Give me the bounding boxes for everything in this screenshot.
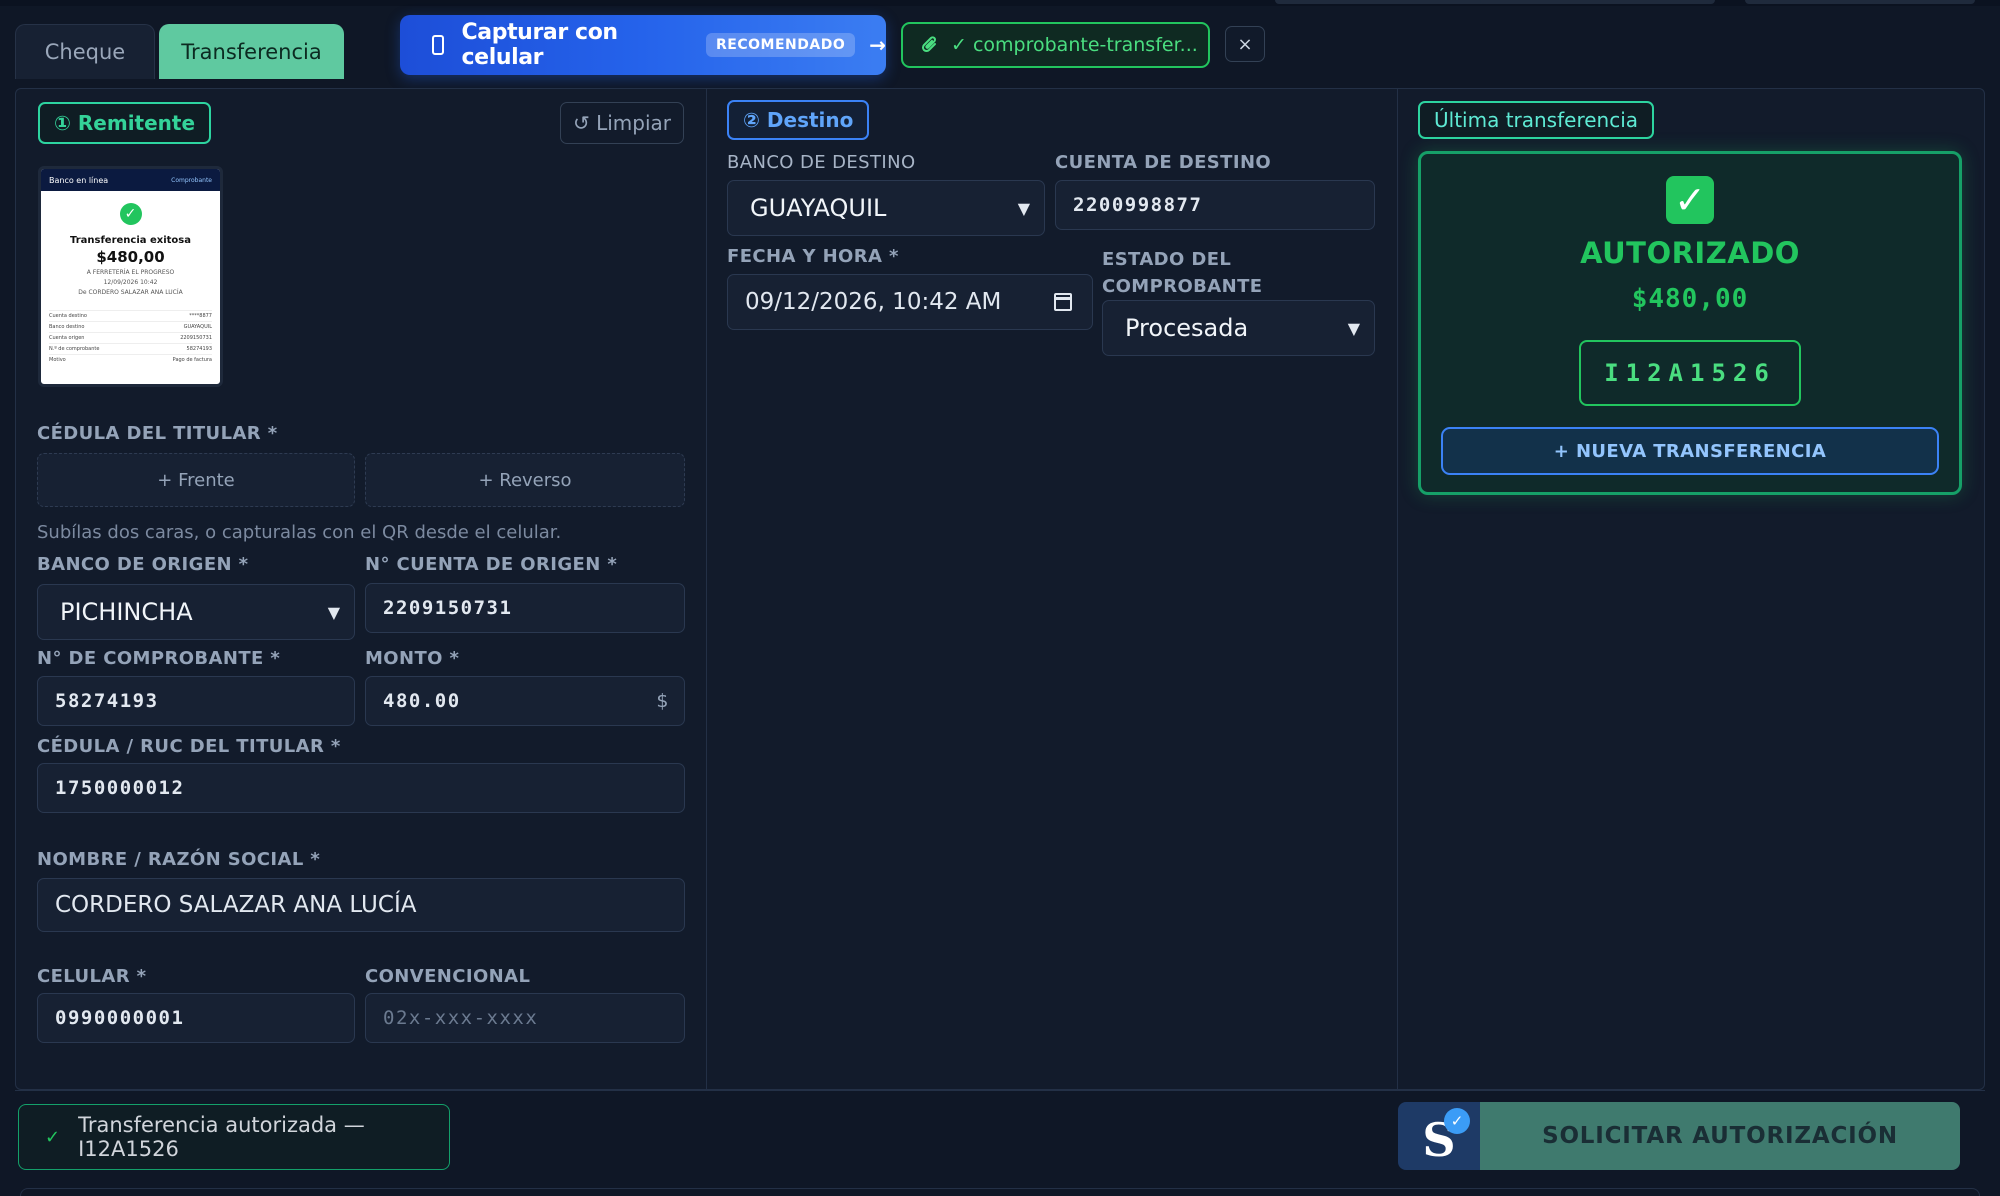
top-strip-segment [1745,0,1975,4]
column-divider [1397,88,1398,1090]
landline-label: CONVENCIONAL [365,966,531,987]
tab-transferencia[interactable]: Transferencia [159,24,344,79]
receipt-row: N.º de comprobante 58274193 [49,343,212,354]
upload-back-button[interactable]: + Reverso [365,453,685,507]
landline-placeholder: 02x-xxx-xxxx [383,1007,539,1029]
origin-account-label: N° CUENTA DE ORIGEN * [365,554,618,575]
chevron-down-icon: ▼ [1347,318,1360,338]
receipt-to: A FERRETERÍA EL PROGRESO [86,269,175,276]
status-toast: ✓ Transferencia autorizada — I12A1526 [18,1104,450,1170]
receipt-thumbnail[interactable]: Banco en línea Comprobante ✓ Transferenc… [38,166,223,387]
amount-input[interactable]: 480.00 $ [365,676,685,726]
amount-label: MONTO * [365,648,460,669]
voucher-input[interactable]: 58274193 [37,676,355,726]
recommended-badge: RECOMENDADO [706,33,856,57]
remitente-section-tag: ① Remitente [38,102,212,144]
name-input[interactable]: CORDERO SALAZAR ANA LUCÍA [37,878,685,932]
capture-label: Capturar con celular [461,20,619,70]
voucher-status-label: ESTADO DEL COMPROBANTE [1102,249,1263,297]
phone-icon [432,35,444,55]
brand-logo: S ✓ [1398,1102,1480,1170]
footer-divider [15,1090,1985,1091]
destination-bank-label: BANCO DE DESTINO [727,152,916,173]
voucher-value: 58274193 [55,690,159,712]
bottom-panel-edge [20,1188,1980,1196]
name-value: CORDERO SALAZAR ANA LUCÍA [55,892,417,918]
column-divider [706,88,707,1090]
top-strip [0,0,2000,6]
cedula-label: CÉDULA DEL TITULAR * [37,423,278,444]
attachment-filename: ✓ comprobante-transfer... [951,34,1198,56]
voucher-status-value: Procesada [1125,314,1249,342]
cell-value: 0990000001 [55,1007,185,1029]
success-check-icon: ✓ [119,203,142,225]
datetime-label: FECHA Y HORA * [727,246,899,267]
tab-cheque[interactable]: Cheque [15,24,155,79]
receipt-title: Transferencia exitosa [69,235,192,246]
receipt-amount: $480,00 [96,248,165,266]
landline-input[interactable]: 02x-xxx-xxxx [365,993,685,1043]
receipt-header: Banco en línea Comprobante [41,169,220,191]
dollar-icon: $ [656,690,670,712]
last-transfer-tag: Última transferencia [1418,101,1655,139]
receipt-row: Cuenta origen 2209150731 [49,332,212,343]
receipt-header-right: Comprobante [171,176,212,184]
receipt-from: De CORDERO SALAZAR ANA LUCÍA [78,289,183,296]
cell-input[interactable]: 0990000001 [37,993,355,1043]
receipt-row: Cuenta destino ****8877 [49,310,212,321]
upload-hint: Subílas dos caras, o capturalas con el Q… [37,522,562,543]
chevron-down-icon: ▼ [327,602,340,622]
destination-account-label: CUENTA DE DESTINO [1055,152,1272,173]
receipt-date: 12/09/2026 10:42 [103,279,158,286]
receipt-row: Motivo Pago de factura [49,354,212,365]
upload-front-button[interactable]: + Frente [37,453,355,507]
name-label: NOMBRE / RAZÓN SOCIAL * [37,849,321,870]
origin-bank-select[interactable]: PICHINCHA ▼ [37,584,355,640]
destination-account-value: 2200998877 [1073,194,1203,216]
destination-bank-value: GUAYAQUIL [750,194,887,222]
status-toast-text: Transferencia autorizada — I12A1526 [78,1113,365,1161]
attachment-chip[interactable]: ✓ comprobante-transfer... [901,22,1210,68]
top-strip-segment [1480,0,1710,4]
ruc-label: CÉDULA / RUC DEL TITULAR * [37,736,341,757]
clear-button[interactable]: ↺ Limpiar [560,102,684,144]
ruc-input[interactable]: 1750000012 [37,763,685,813]
request-authorization-button[interactable]: SOLICITAR AUTORIZACIÓN [1480,1102,1960,1170]
datetime-input[interactable]: 09/12/2026, 10:42 AM [727,274,1093,330]
receipt-row: Banco destino GUAYAQUIL [49,321,212,332]
voucher-status-select[interactable]: Procesada ▼ [1102,300,1375,356]
check-mark-icon: ✓ [1666,176,1714,224]
datetime-value: 09/12/2026, 10:42 AM [745,289,1002,315]
origin-account-value: 2209150731 [383,597,513,619]
paperclip-icon [921,36,936,53]
voucher-label: N° DE COMPROBANTE * [37,648,281,669]
close-icon: × [1237,33,1253,55]
receipt-rows: Cuenta destino ****8877 Banco destino GUAY… [49,310,212,365]
authorization-amount: $480,00 [1631,284,1749,314]
authorization-status: AUTORIZADO [1580,236,1800,270]
authorization-code[interactable]: I12A1526 [1579,340,1801,406]
ruc-value: 1750000012 [55,777,185,799]
origin-bank-label: BANCO DE ORIGEN * [37,554,249,575]
destination-bank-select[interactable]: GUAYAQUIL ▼ [727,180,1045,236]
destination-account-input[interactable]: 2200998877 [1055,180,1375,230]
cell-label: CELULAR * [37,966,147,987]
destino-section-tag: ② Destino [727,100,870,140]
origin-account-input[interactable]: 2209150731 [365,583,685,633]
receipt-bank: Banco en línea [49,175,109,185]
verified-badge-icon: ✓ [1444,1108,1470,1134]
capture-with-phone-button[interactable]: Capturar con celular RECOMENDADO → [400,15,886,75]
chevron-down-icon: ▼ [1017,198,1030,218]
arrow-right-icon: → [869,33,886,57]
calendar-icon[interactable] [1054,293,1072,311]
check-icon: ✓ [45,1126,61,1148]
origin-bank-value: PICHINCHA [60,598,193,626]
amount-value: 480.00 [383,690,461,712]
new-transfer-button[interactable]: + NUEVA TRANSFERENCIA [1441,427,1939,475]
remove-attachment-button[interactable]: × [1225,26,1265,62]
